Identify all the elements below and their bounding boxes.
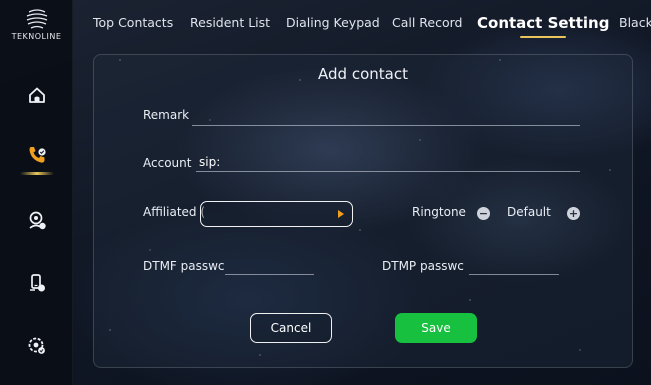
brand-name: TEKNOLINE xyxy=(11,32,62,41)
ringtone-label: Ringtone xyxy=(412,205,466,219)
tab-dialing-keypad[interactable]: Dialing Keypad xyxy=(286,0,380,46)
dtmp-password-label: DTMP passwc xyxy=(382,259,464,273)
tab-call-record[interactable]: Call Record xyxy=(392,0,463,46)
ringtone-value: Default xyxy=(507,205,551,219)
tab-contact-setting[interactable]: Contact Setting xyxy=(477,0,609,46)
globe-logo-icon xyxy=(26,9,47,29)
add-contact-panel: Add contact Remark Account sip: Affiliat… xyxy=(93,54,633,368)
cancel-button[interactable]: Cancel xyxy=(250,313,332,343)
affiliated-label: Affiliated ( xyxy=(143,205,206,219)
dtmp-password-input[interactable] xyxy=(469,255,559,275)
account-label: Account xyxy=(143,156,192,170)
dialog-title: Add contact xyxy=(318,65,408,83)
sidebar-item-phone[interactable] xyxy=(22,140,52,170)
sidebar: TEKNOLINE xyxy=(0,0,73,385)
save-button[interactable]: Save xyxy=(395,313,477,343)
tab-resident-list[interactable]: Resident List xyxy=(190,0,270,46)
sidebar-active-indicator xyxy=(20,172,54,175)
monitor-user-icon xyxy=(29,211,46,230)
settings-icon xyxy=(28,337,45,354)
dropdown-arrow-icon xyxy=(338,210,344,218)
brand-logo: TEKNOLINE xyxy=(0,8,73,41)
tab-contact-setting-label: Contact Setting xyxy=(477,14,610,32)
tab-blacklist[interactable]: Black xyxy=(619,0,651,46)
tab-top-contacts[interactable]: Top Contacts xyxy=(93,0,173,46)
phone-lock-icon xyxy=(30,274,45,292)
remark-label: Remark xyxy=(143,108,190,122)
account-input[interactable] xyxy=(196,152,580,172)
sidebar-item-phone-lock[interactable] xyxy=(22,268,52,298)
sidebar-item-settings[interactable] xyxy=(22,331,52,361)
home-icon xyxy=(29,87,45,103)
ringtone-increase-button[interactable]: + xyxy=(567,207,580,220)
top-tab-bar: Top Contacts Resident List Dialing Keypa… xyxy=(73,0,651,46)
ringtone-decrease-button[interactable]: − xyxy=(477,207,490,220)
active-tab-underline xyxy=(520,36,567,38)
affiliated-select[interactable] xyxy=(200,201,353,227)
remark-input[interactable] xyxy=(192,106,580,126)
phone-icon xyxy=(29,147,46,163)
dtmf-password-input[interactable] xyxy=(225,255,314,275)
sidebar-item-home[interactable] xyxy=(22,80,52,110)
dtmf-password-label: DTMF passwc xyxy=(143,259,225,273)
sidebar-item-monitor[interactable] xyxy=(22,206,52,236)
